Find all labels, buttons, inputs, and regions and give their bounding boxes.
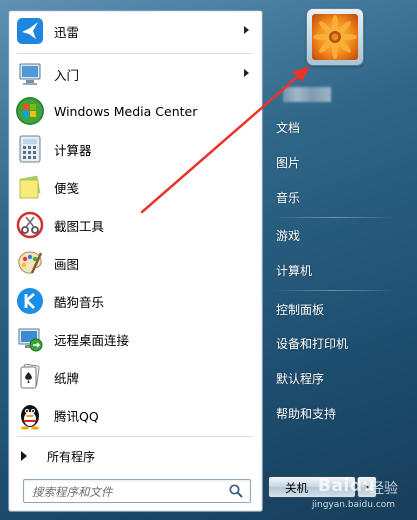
user-name-redacted bbox=[283, 87, 331, 102]
calculator-icon bbox=[15, 134, 45, 164]
avatar-flower-image bbox=[312, 14, 358, 60]
submenu-arrow-icon[interactable] bbox=[244, 69, 249, 77]
program-item-solitaire[interactable]: 纸牌 bbox=[11, 360, 259, 394]
program-label: 酷狗音乐 bbox=[54, 294, 105, 310]
all-programs-label: 所有程序 bbox=[47, 449, 96, 464]
windows-logo-icon bbox=[15, 96, 45, 126]
link-music[interactable]: 音乐 bbox=[276, 186, 396, 210]
link-computer[interactable]: 计算机 bbox=[276, 259, 396, 283]
program-item-qq[interactable]: 腾讯QQ bbox=[11, 398, 259, 432]
program-item-paint[interactable]: 画图 bbox=[11, 246, 259, 280]
sticky-notes-icon bbox=[15, 172, 45, 202]
link-help-support[interactable]: 帮助和支持 bbox=[276, 402, 396, 426]
program-label: 远程桌面连接 bbox=[54, 332, 130, 348]
link-default-programs[interactable]: 默认程序 bbox=[276, 367, 396, 391]
search-input[interactable] bbox=[30, 482, 224, 501]
link-pictures[interactable]: 图片 bbox=[276, 151, 396, 175]
program-label: Windows Media Center bbox=[54, 103, 198, 119]
program-item-snipping-tool[interactable]: 截图工具 bbox=[11, 208, 259, 242]
program-label: 迅雷 bbox=[54, 24, 80, 40]
link-devices-printers[interactable]: 设备和打印机 bbox=[276, 332, 396, 356]
qq-penguin-icon bbox=[15, 400, 45, 430]
program-label: 入门 bbox=[54, 67, 80, 83]
program-item-sticky-notes[interactable]: 便笺 bbox=[11, 170, 259, 204]
program-item-windows-media-center[interactable]: Windows Media Center bbox=[11, 94, 259, 128]
program-item-getting-started[interactable]: 入门 bbox=[11, 57, 259, 91]
getting-started-icon bbox=[15, 59, 45, 89]
link-documents[interactable]: 文档 bbox=[276, 116, 396, 140]
program-label: 画图 bbox=[54, 256, 80, 272]
remote-desktop-icon bbox=[15, 324, 45, 354]
link-games[interactable]: 游戏 bbox=[276, 224, 396, 248]
search-icon[interactable] bbox=[228, 483, 244, 499]
submenu-arrow-icon[interactable] bbox=[244, 26, 249, 34]
solitaire-cards-icon bbox=[15, 362, 45, 392]
start-menu: 迅雷 入门 Windows Media Center 计算器 便笺 截图工具 画… bbox=[0, 0, 417, 520]
shutdown-arrow-icon bbox=[364, 484, 369, 490]
program-label: 截图工具 bbox=[54, 218, 105, 234]
program-label: 便笺 bbox=[54, 180, 80, 196]
expand-arrow-icon bbox=[21, 451, 27, 461]
program-label: 腾讯QQ bbox=[54, 408, 99, 424]
program-item-remote-desktop[interactable]: 远程桌面连接 bbox=[11, 322, 259, 356]
programs-pane: 迅雷 入门 Windows Media Center 计算器 便笺 截图工具 画… bbox=[8, 10, 263, 512]
program-list: 迅雷 入门 Windows Media Center 计算器 便笺 截图工具 画… bbox=[9, 11, 262, 441]
program-label: 计算器 bbox=[54, 142, 92, 158]
snipping-tool-icon bbox=[15, 210, 45, 240]
shutdown-options-button[interactable] bbox=[357, 476, 377, 498]
watermark-url: jingyan.baidu.com bbox=[312, 500, 396, 510]
shutdown-label: 关机 bbox=[285, 481, 308, 495]
program-item-kugou[interactable]: 酷狗音乐 bbox=[11, 284, 259, 318]
right-separator bbox=[272, 217, 397, 218]
program-item-xunlei[interactable]: 迅雷 bbox=[11, 14, 259, 48]
kugou-icon bbox=[15, 286, 45, 316]
xunlei-bird-icon bbox=[15, 16, 45, 46]
program-label: 纸牌 bbox=[54, 370, 80, 386]
program-item-calculator[interactable]: 计算器 bbox=[11, 132, 259, 166]
link-control-panel[interactable]: 控制面板 bbox=[276, 298, 396, 322]
shutdown-button[interactable]: 关机 bbox=[268, 476, 356, 498]
user-avatar[interactable] bbox=[307, 9, 363, 65]
all-programs-button[interactable]: 所有程序 bbox=[13, 443, 258, 469]
pinned-separator bbox=[17, 53, 253, 54]
all-programs-separator bbox=[17, 436, 253, 437]
right-separator bbox=[272, 290, 397, 291]
search-box[interactable] bbox=[23, 479, 251, 503]
paint-palette-icon bbox=[15, 248, 45, 278]
